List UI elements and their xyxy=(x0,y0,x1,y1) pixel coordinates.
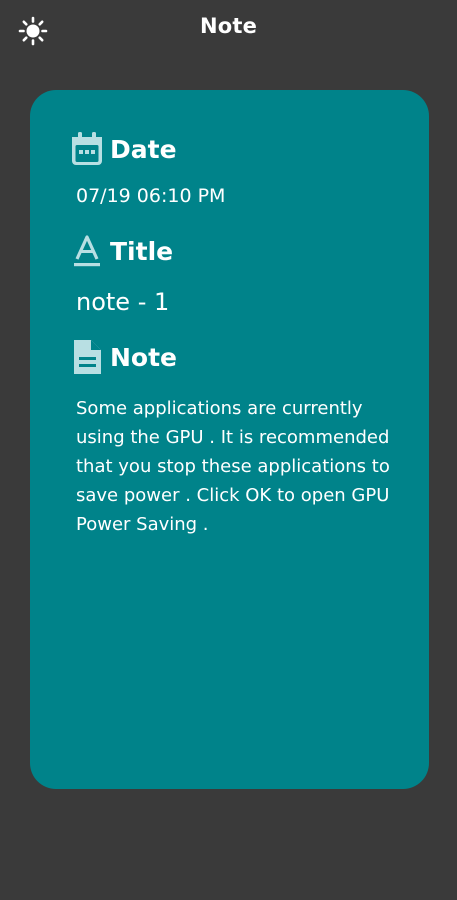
page-title: Note xyxy=(199,14,258,38)
note-card: Date 07/19 06:10 PM Title note - 1 Note … xyxy=(30,90,429,789)
calendar-icon xyxy=(72,132,102,165)
note-body: Some applications are currently using th… xyxy=(76,398,390,535)
note-label: Note xyxy=(110,342,178,372)
title-value: note - 1 xyxy=(76,288,170,316)
title-label: Title xyxy=(110,236,174,266)
text-format-icon xyxy=(74,235,100,267)
date-label: Date xyxy=(110,134,177,164)
title-section-header: Title xyxy=(70,232,173,270)
date-value: 07/19 06:10 PM xyxy=(76,185,226,207)
document-icon xyxy=(74,340,101,374)
app-bar: Note xyxy=(0,0,457,56)
date-section-header: Date xyxy=(70,130,177,168)
note-section-header: Note xyxy=(70,338,177,376)
